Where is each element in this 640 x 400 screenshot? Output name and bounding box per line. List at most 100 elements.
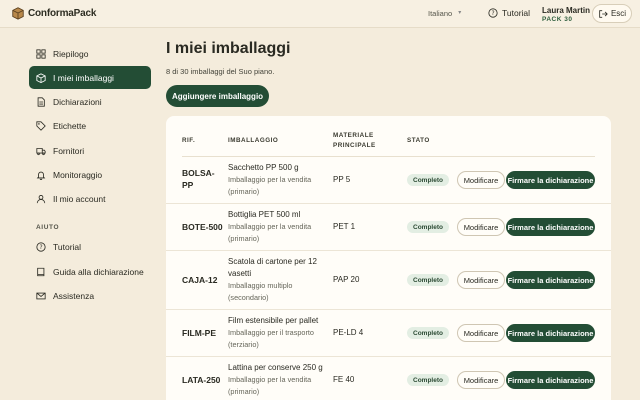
table-row: BOLSA-PP Sacchetto PP 500 g Imballaggio … <box>166 157 611 204</box>
status-badge: Completo <box>407 221 449 233</box>
row-material: PE-LD 4 <box>333 328 364 337</box>
bell-icon <box>36 171 46 180</box>
tutorial-link[interactable]: ? Tutorial <box>488 8 530 18</box>
edit-button[interactable]: Modificare <box>457 171 505 189</box>
column-header-packaging: IMBALLAGGIO <box>228 137 279 144</box>
table-row: BOTE-500 Bottiglia PET 500 ml Imballaggi… <box>166 204 611 251</box>
box-icon <box>36 73 46 83</box>
table-row: FILM-PE Film estensibile per pallet Imba… <box>166 310 611 357</box>
packaging-table-card: RIF. IMBALLAGGIO MATERIALE PRINCIPALE ST… <box>166 116 611 400</box>
sidebar-item-label: Etichette <box>53 121 87 132</box>
mail-icon <box>36 292 46 300</box>
svg-text:?: ? <box>491 11 494 17</box>
svg-text:?: ? <box>39 245 42 251</box>
row-ref: BOLSA-PP <box>182 168 215 190</box>
logo[interactable]: ConformaPack <box>11 6 96 20</box>
sidebar-item-label: Il mio account <box>53 194 106 205</box>
add-packaging-button[interactable]: Aggiungere imballaggio <box>166 85 269 107</box>
packaging-type: Imballaggio per la vendita (primario) <box>228 222 312 243</box>
edit-button[interactable]: Modificare <box>457 271 505 289</box>
packaging-name: Scatola di cartone per 12 vasetti <box>228 257 317 278</box>
box-logo-icon <box>12 7 24 20</box>
row-material: FE 40 <box>333 375 355 384</box>
packaging-type: Imballaggio per la vendita (primario) <box>228 175 312 196</box>
tutorial-label: Tutorial <box>502 8 531 18</box>
column-header-material-line1: MATERIALE <box>333 132 374 139</box>
status-badge: Completo <box>407 274 449 286</box>
sidebar-item-riepilogo[interactable]: Riepilogo <box>29 42 151 65</box>
language-value: Italiano <box>428 9 453 18</box>
page-title: I miei imballaggi <box>166 40 291 57</box>
language-select[interactable]: Italiano ▾ <box>428 9 461 18</box>
packaging-name: Film estensibile per pallet <box>228 316 319 325</box>
user-info: Laura Martin PACK 30 <box>542 6 590 24</box>
column-header-ref: RIF. <box>182 137 196 144</box>
sidebar-item-label: Assistenza <box>53 290 95 301</box>
page-subtitle: 8 di 30 imballaggi del Suo piano. <box>166 67 275 76</box>
table-row: CAJA-12 Scatola di cartone per 12 vasett… <box>166 251 611 310</box>
user-plan: PACK 30 <box>542 16 573 23</box>
packaging-type: Imballaggio per il trasporto (terziario) <box>228 328 314 349</box>
sidebar-item-label: Monitoraggio <box>53 169 103 180</box>
packaging-type: Imballaggio per la vendita (primario) <box>228 375 312 396</box>
sidebar-item-fornitori[interactable]: Fornitori <box>29 139 151 162</box>
column-header-material: MATERIALE PRINCIPALE <box>333 131 376 151</box>
edit-button[interactable]: Modificare <box>457 324 505 342</box>
status-badge: Completo <box>407 174 449 186</box>
grid-icon <box>36 48 46 59</box>
truck-icon <box>36 147 46 155</box>
row-material: PAP 20 <box>333 275 360 284</box>
status-badge: Completo <box>407 374 449 386</box>
edit-button[interactable]: Modificare <box>457 218 505 236</box>
table-row: LATA-250 Lattina per conserve 250 g Imba… <box>166 357 611 400</box>
user-name: Laura Martin <box>542 6 591 15</box>
app-name: ConformaPack <box>28 7 97 19</box>
status-badge: Completo <box>407 327 449 339</box>
sidebar-item-dichiarazioni[interactable]: Dichiarazioni <box>29 91 151 114</box>
sign-declaration-button[interactable]: Firmare la dichiarazione <box>506 371 595 389</box>
logout-label: Esci <box>610 9 627 18</box>
column-header-material-line2: PRINCIPALE <box>333 142 376 149</box>
sidebar-item-monitoraggio[interactable]: Monitoraggio <box>29 163 151 186</box>
sidebar-item-etichette[interactable]: Etichette <box>29 115 151 138</box>
packaging-name: Lattina per conserve 250 g <box>228 363 323 372</box>
packaging-type: Imballaggio multiplo (secondario) <box>228 281 293 302</box>
logout-icon <box>599 9 608 18</box>
edit-button[interactable]: Modificare <box>457 371 505 389</box>
user-icon <box>36 195 46 204</box>
tag-icon <box>36 121 46 132</box>
row-packaging: Sacchetto PP 500 g Imballaggio per la ve… <box>228 162 324 198</box>
top-bar: ConformaPack Italiano ▾ ? Tutorial Laura… <box>0 0 640 28</box>
row-material: PP 5 <box>333 175 351 184</box>
row-packaging: Film estensibile per pallet Imballaggio … <box>228 315 324 351</box>
chevron-down-icon: ▾ <box>458 10 462 16</box>
help-circle-icon: ? <box>488 8 498 18</box>
row-packaging: Lattina per conserve 250 g Imballaggio p… <box>228 362 324 398</box>
packaging-name: Sacchetto PP 500 g <box>228 163 299 172</box>
sidebar-item-label: I miei imballaggi <box>53 72 114 83</box>
row-packaging: Bottiglia PET 500 ml Imballaggio per la … <box>228 209 324 245</box>
sidebar: Riepilogo I miei imballaggi Dichiarazion… <box>29 42 151 309</box>
book-icon <box>37 267 45 276</box>
sidebar-item-label: Fornitori <box>53 145 85 156</box>
sidebar-item-guida[interactable]: Guida alla dichiarazione <box>29 260 151 283</box>
sidebar-item-label: Guida alla dichiarazione <box>53 266 144 277</box>
sidebar-item-tutorial[interactable]: ? Tutorial <box>29 236 151 259</box>
sidebar-item-label: Tutorial <box>53 242 82 253</box>
sidebar-item-assistenza[interactable]: Assistenza <box>29 284 151 307</box>
packaging-name: Bottiglia PET 500 ml <box>228 210 301 219</box>
sign-declaration-button[interactable]: Firmare la dichiarazione <box>506 218 595 236</box>
sign-declaration-button[interactable]: Firmare la dichiarazione <box>506 324 595 342</box>
sidebar-item-account[interactable]: Il mio account <box>29 188 151 211</box>
document-icon <box>37 97 45 107</box>
help-circle-icon: ? <box>36 242 46 252</box>
logout-button[interactable]: Esci <box>592 4 632 23</box>
sidebar-item-label: Dichiarazioni <box>53 97 102 108</box>
row-material: PET 1 <box>333 222 356 231</box>
sidebar-item-label: Riepilogo <box>53 48 89 59</box>
sign-declaration-button[interactable]: Firmare la dichiarazione <box>506 271 595 289</box>
sign-declaration-button[interactable]: Firmare la dichiarazione <box>506 171 595 189</box>
row-packaging: Scatola di cartone per 12 vasetti Imball… <box>228 256 324 304</box>
sidebar-item-imballaggi[interactable]: I miei imballaggi <box>29 66 151 90</box>
column-header-status: STATO <box>407 137 430 144</box>
